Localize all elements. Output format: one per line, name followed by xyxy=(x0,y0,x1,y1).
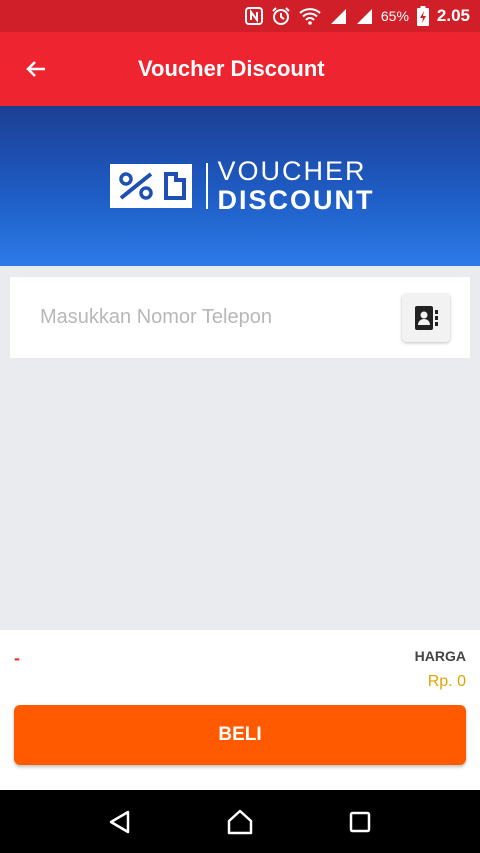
nav-back-button[interactable] xyxy=(90,792,150,852)
arrow-left-icon xyxy=(26,61,45,77)
contact-book-icon xyxy=(415,305,438,330)
logo-divider xyxy=(205,163,208,209)
status-bar: 65% 2.05 xyxy=(0,0,480,32)
phone-number-input[interactable] xyxy=(40,306,402,329)
buy-button[interactable]: BELI xyxy=(14,705,466,765)
back-triangle-icon xyxy=(109,810,130,833)
home-icon xyxy=(227,809,253,834)
discount-icon xyxy=(109,164,192,208)
logo-text-discount: DISCOUNT xyxy=(217,185,375,215)
nfc-icon xyxy=(244,6,263,26)
app-bar: Voucher Discount xyxy=(0,32,480,106)
recents-square-icon xyxy=(349,811,371,832)
contact-picker-button[interactable] xyxy=(402,293,450,342)
back-button[interactable] xyxy=(0,32,72,106)
signal-icon xyxy=(355,6,373,26)
price-value: Rp. 0 xyxy=(427,673,466,690)
phone-number-card xyxy=(10,277,470,358)
price-label: HARGA xyxy=(414,648,466,664)
nav-recents-button[interactable] xyxy=(330,792,390,852)
battery-percent: 65% xyxy=(380,8,409,24)
selected-product: - xyxy=(14,648,20,668)
battery-charging-icon xyxy=(416,6,429,26)
logo-text-voucher: VOUCHER xyxy=(217,156,367,186)
signal-icon xyxy=(329,6,347,26)
nav-home-button[interactable] xyxy=(210,792,270,852)
voucher-banner: VOUCHER DISCOUNT xyxy=(0,106,480,266)
system-nav-bar xyxy=(0,790,480,853)
wifi-icon xyxy=(299,6,321,26)
voucher-logo: VOUCHER DISCOUNT xyxy=(106,158,375,214)
alarm-icon xyxy=(271,6,291,26)
clock: 2.05 xyxy=(436,6,470,25)
page-title: Voucher Discount xyxy=(138,56,325,81)
purchase-summary: - HARGA Rp. 0 BELI xyxy=(0,630,480,790)
